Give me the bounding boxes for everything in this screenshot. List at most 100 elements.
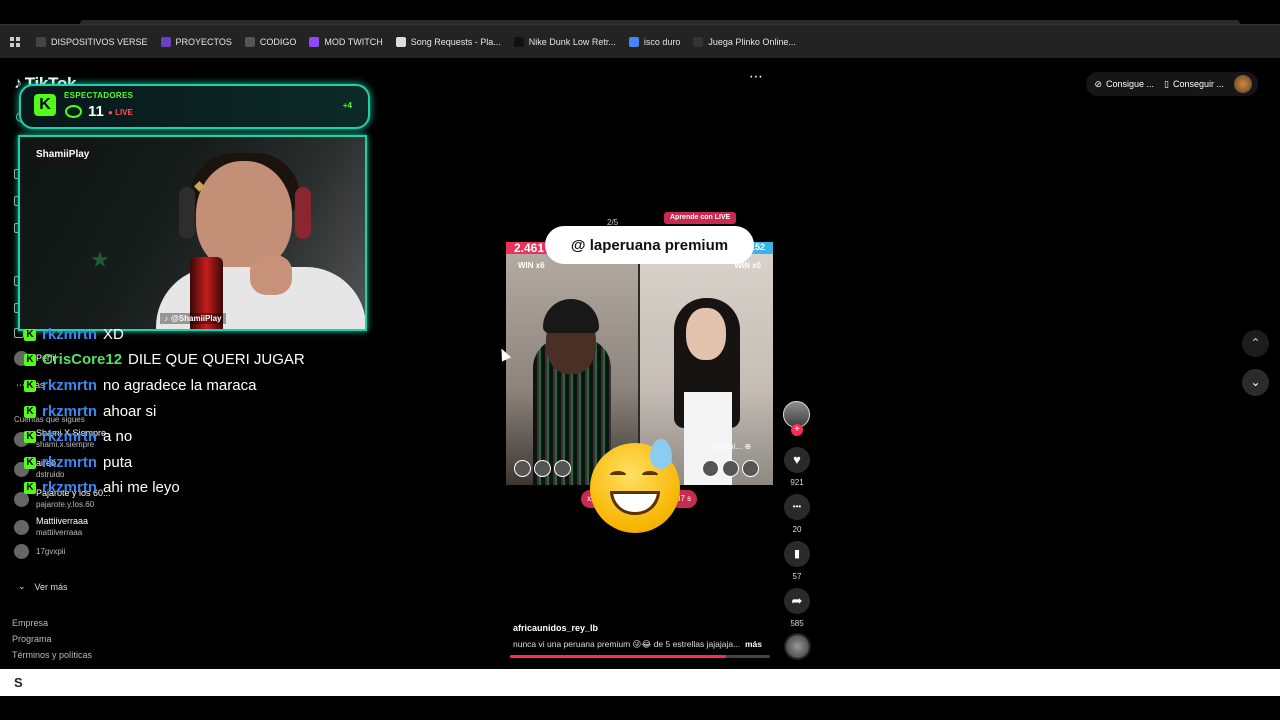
share-button[interactable]: ➦ [784, 588, 810, 614]
win-left: WIN x6 [518, 261, 545, 270]
supporter-avatar[interactable] [514, 460, 531, 477]
bookmark-favicon-icon [309, 36, 320, 47]
supporters-left [514, 460, 571, 477]
streamer-name-tag: ShamiiPlay [30, 146, 96, 163]
bookmark-favicon-icon [36, 36, 46, 47]
bookmark-label: Song Requests - Pla... [410, 36, 501, 47]
chat-username: rkzmrtn [42, 428, 98, 445]
music-disc-icon[interactable] [784, 633, 811, 660]
video-progress-fill [510, 655, 726, 658]
viewer-counter: K ESPECTADORES 11 ● LIVE +4 [19, 84, 370, 129]
previous-video-button[interactable]: ⌃ [1242, 330, 1269, 357]
bookmark-item[interactable]: isco duro [628, 36, 681, 47]
kick-badge-icon: K [24, 328, 36, 341]
right-participant-name: Sarahí... ⊕ [712, 442, 751, 451]
apps-grid-icon[interactable] [10, 36, 20, 47]
bookmarks-bar: DISPOSITIVOS VERSE PROYECTOS CODIGO MOD TWI… [0, 24, 1280, 58]
supporter-avatar[interactable] [742, 460, 759, 477]
supporter-avatar[interactable] [702, 460, 719, 477]
tiktok-note-icon: ♪ [164, 314, 168, 323]
next-video-button[interactable]: ⌄ [1242, 369, 1269, 396]
supporter-avatar[interactable] [722, 460, 739, 477]
bookmark-item[interactable]: DISPOSITIVOS VERSE [36, 36, 148, 47]
see-more-label: Ver más [34, 581, 68, 592]
account-avatar [14, 544, 29, 559]
bookmark-item[interactable]: PROYECTOS [160, 36, 232, 47]
add-icon[interactable]: ⊕ [744, 442, 751, 451]
streamer-hand [250, 255, 292, 295]
person-right-face [686, 308, 726, 360]
chat-username: rkzmrtn [42, 479, 98, 496]
brand-logo-icon: ◆ [194, 177, 205, 193]
like-count: 921 [790, 478, 804, 487]
chevron-down-icon: ⌄ [1250, 375, 1261, 389]
kick-badge-icon: K [24, 353, 36, 366]
emoji-mouth [610, 491, 660, 515]
headphone-right [295, 187, 311, 239]
bookmark-item[interactable]: Nike Dunk Low Retr... [513, 36, 616, 47]
comment-icon: ••• [792, 502, 802, 511]
chevron-up-icon: ⌃ [1250, 336, 1261, 350]
share-icon: ➦ [791, 593, 803, 608]
bookmark-item[interactable]: Juega Plinko Online... [693, 36, 796, 47]
chat-message: Krkzmrtn ahoar si [24, 403, 156, 420]
save-button[interactable]: ▮ [784, 541, 810, 567]
chat-username: CrisCore12 [42, 351, 123, 368]
chat-text: puta [103, 454, 133, 471]
bookmark-item[interactable]: MOD TWITCH [309, 36, 383, 47]
following-account[interactable]: Mattiiverraaa mattiiverraaa [14, 516, 88, 538]
get-coins-label: Consigue ... [1105, 79, 1155, 89]
get-coins-button[interactable]: ⊘ Consigue ... [1094, 79, 1154, 90]
video-progress-bar[interactable] [510, 655, 770, 658]
following-account[interactable]: 17gvxpii [14, 544, 65, 559]
viewers-label: ESPECTADORES [64, 91, 134, 100]
chat-message: Krkzmrtn a no [24, 428, 132, 445]
follow-plus-icon[interactable]: + [791, 424, 803, 436]
save-count: 57 [792, 572, 802, 581]
caption-more-button[interactable]: más [745, 639, 762, 649]
tiktok-page: ♪TikTok Perfil ⋯ Más Cuentas que sigues … [0, 58, 1280, 669]
video-author[interactable]: africaunidos_rey_lb [513, 623, 598, 633]
chat-username: rkzmrtn [42, 377, 98, 394]
learn-live-badge[interactable]: Aprende con LIVE [664, 212, 737, 224]
chat-message: Krkzmrtn ahi me leyo [24, 479, 180, 496]
like-button[interactable]: ♥ [784, 447, 810, 473]
comment-button[interactable]: ••• [784, 494, 810, 520]
footer-link-program[interactable]: Programa [12, 634, 52, 644]
bookmark-label: isco duro [643, 36, 681, 47]
chat-message: Krkzmrtn XD [24, 326, 124, 343]
app-logo-icon[interactable]: S [14, 675, 23, 690]
headphone-left [179, 187, 195, 239]
kick-badge-icon: K [24, 379, 36, 392]
emoji-eye [642, 471, 658, 479]
coin-icon: ⊘ [1094, 78, 1102, 89]
get-app-button[interactable]: ▯ Conseguir ... [1164, 79, 1224, 90]
chat-message: Krkzmrtn puta [24, 454, 132, 471]
bookmark-item[interactable]: Song Requests - Pla... [395, 36, 501, 47]
chat-text: a no [103, 428, 133, 445]
bookmark-label: Nike Dunk Low Retr... [528, 36, 616, 47]
bookmark-label: DISPOSITIVOS VERSE [51, 36, 148, 47]
webcam-overlay: ★ ◆ ShamiiPlay ♪ @ShamiiPlay [18, 135, 367, 331]
streamer-handle: ♪ @ShamiiPlay [160, 313, 226, 324]
share-count: 585 [790, 619, 804, 628]
user-avatar[interactable] [1234, 75, 1252, 93]
bookmark-favicon-icon [513, 36, 524, 47]
footer-link-company[interactable]: Empresa [12, 618, 48, 628]
score-left: 2.461 [514, 242, 545, 255]
footer-link-terms[interactable]: Términos y políticas [12, 650, 92, 660]
get-app-label: Conseguir ... [1172, 79, 1224, 89]
supporter-avatar[interactable] [554, 460, 571, 477]
bookmark-item[interactable]: CODIGO [244, 36, 296, 47]
account-username: pajarote.y.los.60 [36, 500, 95, 509]
bookmark-favicon-icon [244, 36, 255, 47]
emoji-sweat-drop [650, 439, 672, 469]
see-more-button[interactable]: ⌄ Ver más [18, 581, 68, 592]
more-options-icon[interactable]: ⋯ [749, 68, 764, 85]
chat-text: ahoar si [103, 403, 157, 420]
chevron-down-icon: ⌄ [18, 581, 26, 591]
supporter-avatar[interactable] [534, 460, 551, 477]
bookmark-list: DISPOSITIVOS VERSE PROYECTOS CODIGO MOD TWI… [36, 36, 809, 47]
account-name: Mattiiverraaa [36, 516, 89, 526]
viewers-count: 11 [88, 103, 104, 120]
